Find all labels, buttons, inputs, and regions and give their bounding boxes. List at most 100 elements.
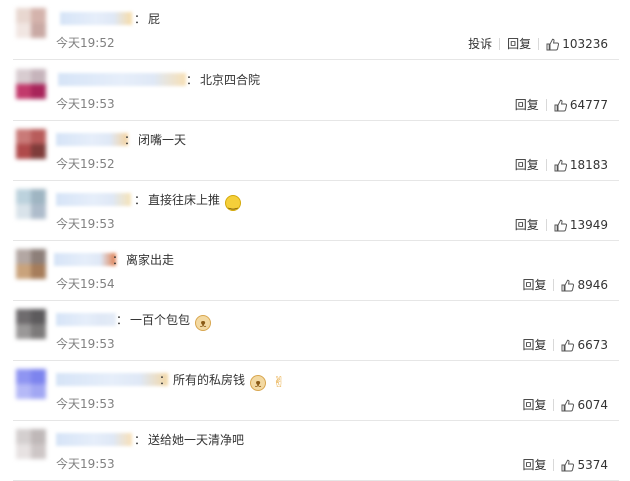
comment-item: ：离家出走 今天19:54 回复 8946 bbox=[0, 241, 630, 301]
thumbs-up-icon bbox=[561, 399, 577, 412]
like-count: 8946 bbox=[577, 278, 608, 292]
comment-actions: 回复 5374 bbox=[522, 457, 608, 473]
comment-actions: 回复 18183 bbox=[515, 157, 608, 173]
comment-list: ：屁今天19:52 投诉 回复 103236：北京四合院 今天19:53 回复 64777：… bbox=[0, 0, 630, 481]
comment-item: ：送给她一天清净吧今天19:53 回复 5374 bbox=[0, 421, 630, 481]
comment-item: ：一百个包包 ᴥ 今天19:53 回复 6673 bbox=[0, 301, 630, 361]
comment-text: 一百个包包 bbox=[130, 313, 191, 327]
comment-item: ：直接往床上推 ‿ 今天19:53 回复 13949 bbox=[0, 181, 630, 241]
like-button[interactable]: 6074 bbox=[561, 397, 608, 413]
reply-button[interactable]: 回复 bbox=[515, 217, 539, 233]
action-divider bbox=[553, 279, 555, 291]
action-divider bbox=[553, 399, 555, 411]
avatar[interactable] bbox=[16, 429, 46, 459]
username-blurred[interactable] bbox=[58, 73, 186, 86]
dog-emoji: ᴥ bbox=[195, 315, 212, 331]
like-count: 13949 bbox=[569, 218, 608, 232]
comment-actions: 回复 8946 bbox=[522, 277, 608, 293]
dog-emoji: ᴥ bbox=[250, 375, 267, 391]
comment-time: 今天19:53 bbox=[56, 397, 115, 411]
comment-actions: 回复 64777 bbox=[515, 97, 608, 113]
action-divider bbox=[538, 38, 540, 50]
comment-colon: ： bbox=[112, 253, 125, 267]
comment-time: 今天19:54 bbox=[56, 277, 115, 291]
like-button[interactable]: 64777 bbox=[554, 97, 608, 113]
like-count: 5374 bbox=[577, 458, 608, 472]
like-count: 6673 bbox=[577, 338, 608, 352]
username-blurred[interactable] bbox=[56, 193, 131, 206]
comment-time: 今天19:53 bbox=[56, 457, 115, 471]
action-divider bbox=[545, 219, 547, 231]
comment-time: 今天19:53 bbox=[56, 217, 115, 231]
reply-button[interactable]: 回复 bbox=[522, 337, 546, 353]
comment-colon: ： bbox=[134, 193, 147, 207]
comment-actions: 回复 13949 bbox=[515, 217, 608, 233]
thumbs-up-icon bbox=[561, 339, 577, 352]
comment-text: 屁 bbox=[148, 12, 161, 26]
comment-text: 送给她一天清净吧 bbox=[148, 433, 245, 447]
action-divider bbox=[499, 38, 501, 50]
reply-button[interactable]: 回复 bbox=[507, 36, 531, 52]
comment-text: 北京四合院 bbox=[200, 73, 261, 87]
like-button[interactable]: 5374 bbox=[561, 457, 608, 473]
like-count: 103236 bbox=[562, 37, 608, 51]
comment-item: ：屁今天19:52 投诉 回复 103236 bbox=[0, 0, 630, 60]
comment-colon: ： bbox=[134, 433, 147, 447]
avatar[interactable] bbox=[16, 129, 46, 159]
comment-item: ：闭嘴一天今天19:52 回复 18183 bbox=[0, 121, 630, 181]
username-blurred[interactable] bbox=[54, 253, 116, 266]
thumbs-up-icon bbox=[561, 459, 577, 472]
reply-button[interactable]: 回复 bbox=[522, 397, 546, 413]
thumbs-up-icon bbox=[546, 38, 562, 51]
comment-time: 今天19:52 bbox=[56, 36, 115, 50]
comment-item: ：所有的私房钱 ᴥ ✌ 今天19:53 回复 6074 bbox=[0, 361, 630, 421]
thumbs-up-icon bbox=[554, 159, 570, 172]
username-blurred[interactable] bbox=[60, 12, 132, 25]
username-blurred[interactable] bbox=[56, 373, 168, 386]
thumbs-up-icon bbox=[561, 279, 577, 292]
thumbs-up-icon bbox=[554, 219, 570, 232]
like-button[interactable]: 18183 bbox=[554, 157, 608, 173]
like-button[interactable]: 8946 bbox=[561, 277, 608, 293]
comment-colon: ： bbox=[116, 313, 129, 327]
avatar[interactable] bbox=[16, 369, 46, 399]
comment-text: 直接往床上推 bbox=[148, 193, 221, 207]
comment-actions: 回复 6074 bbox=[522, 397, 608, 413]
avatar[interactable] bbox=[16, 309, 46, 339]
comment-text: 离家出走 bbox=[126, 253, 175, 267]
report-button[interactable]: 投诉 bbox=[468, 36, 492, 52]
action-divider bbox=[553, 459, 555, 471]
reply-button[interactable]: 回复 bbox=[515, 97, 539, 113]
like-button[interactable]: 6673 bbox=[561, 337, 608, 353]
comment-actions: 回复 6673 bbox=[522, 337, 608, 353]
comment-colon: ： bbox=[124, 133, 137, 147]
reply-button[interactable]: 回复 bbox=[515, 157, 539, 173]
like-button[interactable]: 103236 bbox=[546, 36, 608, 52]
like-count: 64777 bbox=[569, 98, 608, 112]
like-button[interactable]: 13949 bbox=[554, 217, 608, 233]
avatar[interactable] bbox=[16, 189, 46, 219]
thumbs-up-icon bbox=[554, 99, 570, 112]
comment-colon: ： bbox=[159, 373, 172, 387]
reply-button[interactable]: 回复 bbox=[522, 277, 546, 293]
comment-text: 闭嘴一天 bbox=[138, 133, 187, 147]
comment-text: 所有的私房钱 bbox=[173, 373, 246, 387]
avatar[interactable] bbox=[16, 69, 46, 99]
avatar[interactable] bbox=[16, 8, 46, 38]
username-blurred[interactable] bbox=[56, 133, 128, 146]
reply-button[interactable]: 回复 bbox=[522, 457, 546, 473]
username-blurred[interactable] bbox=[56, 433, 132, 446]
action-divider bbox=[545, 159, 547, 171]
comment-time: 今天19:52 bbox=[56, 157, 115, 171]
username-blurred[interactable] bbox=[56, 313, 116, 326]
action-divider bbox=[545, 99, 547, 111]
action-divider bbox=[553, 339, 555, 351]
like-count: 18183 bbox=[569, 158, 608, 172]
avatar[interactable] bbox=[16, 249, 46, 279]
comment-item: ：北京四合院今天19:53 回复 64777 bbox=[0, 61, 630, 121]
comment-colon: ： bbox=[186, 73, 199, 87]
smile-emoji: ‿ bbox=[225, 195, 242, 211]
row-divider bbox=[13, 59, 619, 60]
comment-actions: 投诉 回复 103236 bbox=[468, 36, 608, 52]
comment-time: 今天19:53 bbox=[56, 97, 115, 111]
